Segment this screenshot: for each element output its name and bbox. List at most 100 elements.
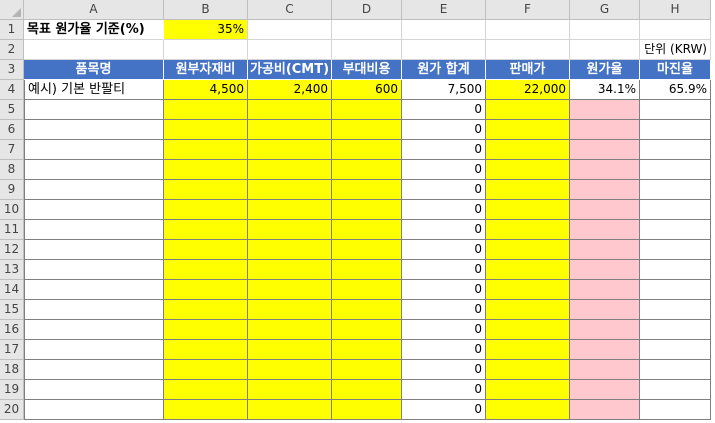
cell-c1[interactable] (248, 20, 332, 40)
cell-h2-unit[interactable]: 단위 (KRW) (640, 40, 711, 60)
cell-example-name[interactable]: 예시) 기본 반팔티 (24, 80, 164, 100)
column-header-g[interactable]: G (570, 0, 640, 20)
cell-cost-rate-row-19[interactable] (570, 380, 640, 400)
cell-margin-row-11[interactable] (640, 220, 711, 240)
cell-cmt-row-10[interactable] (248, 200, 332, 220)
cell-cmt-row-18[interactable] (248, 360, 332, 380)
cell-price-row-5[interactable] (486, 100, 570, 120)
cell-cmt-row-15[interactable] (248, 300, 332, 320)
cell-margin-row-5[interactable] (640, 100, 711, 120)
cell-material-row-6[interactable] (164, 120, 248, 140)
cell-g1[interactable] (570, 20, 640, 40)
cell-total-row-11[interactable]: 0 (402, 220, 486, 240)
row-header-14[interactable]: 14 (0, 280, 24, 300)
header-extra-cost[interactable]: 부대비용 (332, 60, 402, 80)
cell-price-row-7[interactable] (486, 140, 570, 160)
cell-example-cmt[interactable]: 2,400 (248, 80, 332, 100)
row-header-20[interactable]: 20 (0, 400, 24, 420)
cell-cost-rate-row-18[interactable] (570, 360, 640, 380)
cell-material-row-18[interactable] (164, 360, 248, 380)
cell-cost-rate-row-11[interactable] (570, 220, 640, 240)
cell-c2[interactable] (248, 40, 332, 60)
column-header-f[interactable]: F (486, 0, 570, 20)
cell-price-row-13[interactable] (486, 260, 570, 280)
cell-item-name-row-14[interactable] (24, 280, 164, 300)
cell-margin-row-10[interactable] (640, 200, 711, 220)
cell-price-row-9[interactable] (486, 180, 570, 200)
cell-total-row-12[interactable]: 0 (402, 240, 486, 260)
cell-price-row-6[interactable] (486, 120, 570, 140)
row-header-15[interactable]: 15 (0, 300, 24, 320)
cell-cost-rate-row-13[interactable] (570, 260, 640, 280)
cell-price-row-16[interactable] (486, 320, 570, 340)
cell-total-row-8[interactable]: 0 (402, 160, 486, 180)
cell-cmt-row-20[interactable] (248, 400, 332, 420)
cell-price-row-10[interactable] (486, 200, 570, 220)
cell-margin-row-15[interactable] (640, 300, 711, 320)
cell-extra-row-11[interactable] (332, 220, 402, 240)
cell-extra-row-8[interactable] (332, 160, 402, 180)
row-header-18[interactable]: 18 (0, 360, 24, 380)
cell-cost-rate-row-12[interactable] (570, 240, 640, 260)
cell-cost-rate-row-15[interactable] (570, 300, 640, 320)
row-header-8[interactable]: 8 (0, 160, 24, 180)
cell-material-row-10[interactable] (164, 200, 248, 220)
cell-d1[interactable] (332, 20, 402, 40)
column-header-d[interactable]: D (332, 0, 402, 20)
cell-cmt-row-8[interactable] (248, 160, 332, 180)
row-header-6[interactable]: 6 (0, 120, 24, 140)
row-header-13[interactable]: 13 (0, 260, 24, 280)
row-header-7[interactable]: 7 (0, 140, 24, 160)
cell-cmt-row-12[interactable] (248, 240, 332, 260)
cell-margin-row-9[interactable] (640, 180, 711, 200)
cell-item-name-row-7[interactable] (24, 140, 164, 160)
cell-margin-row-19[interactable] (640, 380, 711, 400)
cell-g2[interactable] (570, 40, 640, 60)
cell-cmt-row-13[interactable] (248, 260, 332, 280)
cell-cmt-row-6[interactable] (248, 120, 332, 140)
cell-f1[interactable] (486, 20, 570, 40)
cell-cost-rate-row-7[interactable] (570, 140, 640, 160)
cell-material-row-13[interactable] (164, 260, 248, 280)
cell-material-row-5[interactable] (164, 100, 248, 120)
cell-total-row-19[interactable]: 0 (402, 380, 486, 400)
column-header-e[interactable]: E (402, 0, 486, 20)
cell-total-row-16[interactable]: 0 (402, 320, 486, 340)
cell-total-row-20[interactable]: 0 (402, 400, 486, 420)
cell-price-row-17[interactable] (486, 340, 570, 360)
cell-material-row-7[interactable] (164, 140, 248, 160)
cell-price-row-11[interactable] (486, 220, 570, 240)
cell-total-row-7[interactable]: 0 (402, 140, 486, 160)
row-header-19[interactable]: 19 (0, 380, 24, 400)
cell-cmt-row-19[interactable] (248, 380, 332, 400)
row-header-3[interactable]: 3 (0, 60, 24, 80)
cell-cmt-row-5[interactable] (248, 100, 332, 120)
column-header-b[interactable]: B (164, 0, 248, 20)
cell-item-name-row-13[interactable] (24, 260, 164, 280)
cell-example-extra[interactable]: 600 (332, 80, 402, 100)
cell-extra-row-9[interactable] (332, 180, 402, 200)
cell-item-name-row-16[interactable] (24, 320, 164, 340)
cell-item-name-row-19[interactable] (24, 380, 164, 400)
cell-material-row-12[interactable] (164, 240, 248, 260)
cell-e1[interactable] (402, 20, 486, 40)
cell-e2[interactable] (402, 40, 486, 60)
header-cmt-cost[interactable]: 가공비(CMT) (248, 60, 332, 80)
select-all-corner[interactable] (0, 0, 24, 20)
cell-cost-rate-row-8[interactable] (570, 160, 640, 180)
cell-a2[interactable] (24, 40, 164, 60)
row-header-12[interactable]: 12 (0, 240, 24, 260)
cell-cost-rate-row-6[interactable] (570, 120, 640, 140)
header-item-name[interactable]: 품목명 (24, 60, 164, 80)
cell-margin-row-14[interactable] (640, 280, 711, 300)
cell-cmt-row-17[interactable] (248, 340, 332, 360)
row-header-10[interactable]: 10 (0, 200, 24, 220)
cell-margin-row-7[interactable] (640, 140, 711, 160)
cell-cost-rate-row-20[interactable] (570, 400, 640, 420)
cell-extra-row-15[interactable] (332, 300, 402, 320)
cell-material-row-17[interactable] (164, 340, 248, 360)
cell-extra-row-18[interactable] (332, 360, 402, 380)
cell-extra-row-12[interactable] (332, 240, 402, 260)
cell-margin-row-17[interactable] (640, 340, 711, 360)
cell-extra-row-20[interactable] (332, 400, 402, 420)
